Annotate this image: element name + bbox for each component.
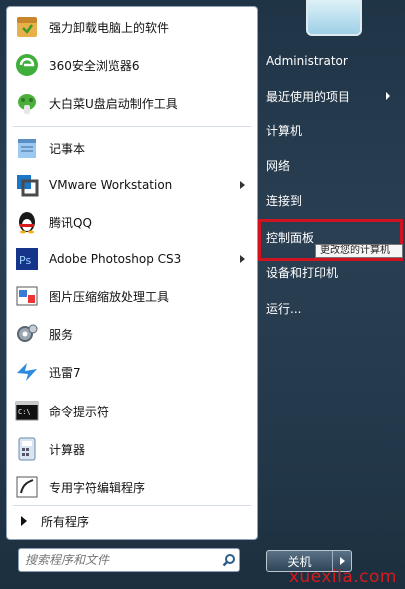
program-qq[interactable]: 腾讯QQ <box>7 204 257 240</box>
svg-text:Ps: Ps <box>19 254 31 267</box>
right-item-label: 设备和打印机 <box>266 265 339 280</box>
program-vmware[interactable]: VMware Workstation <box>7 167 257 203</box>
right-item-run[interactable]: 运行... <box>266 294 400 322</box>
triangle-right-icon <box>21 516 27 526</box>
watermark: xuexila.com <box>288 567 397 587</box>
search-input[interactable] <box>19 552 219 568</box>
user-picture-icon[interactable] <box>306 0 362 36</box>
program-photoshop[interactable]: Ps Adobe Photoshop CS3 <box>7 241 257 277</box>
right-item-connect-to[interactable]: 连接到 <box>266 186 400 214</box>
all-programs-label: 所有程序 <box>41 514 90 529</box>
calculator-icon <box>13 435 41 463</box>
program-xunlei[interactable]: 迅雷7 <box>7 354 257 390</box>
program-label: 大白菜U盘启动制作工具 <box>49 96 178 111</box>
program-cmd[interactable]: C:\ 命令提示符 <box>7 393 257 429</box>
vmware-icon <box>13 171 41 199</box>
separator <box>13 505 251 506</box>
program-image-tool[interactable]: 图片压缩缩放处理工具 <box>7 278 257 314</box>
program-360-browser[interactable]: 360安全浏览器6 <box>7 47 257 83</box>
program-label: 迅雷7 <box>49 365 81 380</box>
programs-pane: 强力卸载电脑上的软件 360安全浏览器6 大白菜U盘启动制作工具 记事本 VMw… <box>6 6 258 540</box>
right-item-label: 连接到 <box>266 193 303 208</box>
services-gear-icon <box>13 320 41 348</box>
program-dabaicai[interactable]: 大白菜U盘启动制作工具 <box>7 85 257 121</box>
program-notepad[interactable]: 记事本 <box>7 130 257 166</box>
program-calculator[interactable]: 计算器 <box>7 431 257 467</box>
uninstaller-icon <box>13 13 41 41</box>
right-item-label: 计算机 <box>266 123 303 138</box>
cmd-icon: C:\ <box>13 397 41 425</box>
dabaicai-icon <box>13 89 41 117</box>
image-tool-icon <box>13 282 41 310</box>
right-item-label: 运行... <box>266 301 302 316</box>
program-label: Adobe Photoshop CS3 <box>49 252 182 266</box>
program-char-editor[interactable]: 专用字符编辑程序 <box>7 469 257 505</box>
right-item-network[interactable]: 网络 <box>266 151 400 179</box>
xunlei-bird-icon <box>13 358 41 386</box>
photoshop-icon: Ps <box>13 245 41 273</box>
right-item-administrator[interactable]: Administrator <box>266 47 400 75</box>
program-services[interactable]: 服务 <box>7 316 257 352</box>
right-item-label: 最近使用的项目 <box>266 89 351 104</box>
program-label: 计算器 <box>49 442 86 457</box>
submenu-arrow-icon <box>386 92 390 100</box>
right-item-label: 网络 <box>266 158 291 173</box>
control-panel-tooltip: 更改您的计算机 <box>315 244 403 258</box>
program-label: VMware Workstation <box>49 178 173 192</box>
svg-text:C:\: C:\ <box>18 408 31 416</box>
right-item-computer[interactable]: 计算机 <box>266 116 400 144</box>
program-label: 360安全浏览器6 <box>49 58 140 73</box>
char-editor-icon <box>13 473 41 501</box>
submenu-arrow-icon <box>240 255 245 263</box>
program-label: 记事本 <box>49 141 86 156</box>
right-item-recent-items[interactable]: 最近使用的项目 <box>266 82 400 110</box>
360-browser-icon <box>13 51 41 79</box>
all-programs-button[interactable]: 所有程序 <box>7 507 257 535</box>
qq-penguin-icon <box>13 208 41 236</box>
chevron-right-icon <box>339 557 345 565</box>
notepad-icon <box>13 134 41 162</box>
program-label: 图片压缩缩放处理工具 <box>49 289 170 304</box>
program-label: 服务 <box>49 327 74 342</box>
program-uninstaller[interactable]: 强力卸载电脑上的软件 <box>7 9 257 45</box>
program-label: 命令提示符 <box>49 404 110 419</box>
program-label: 强力卸载电脑上的软件 <box>49 20 170 35</box>
program-label: 专用字符编辑程序 <box>49 480 146 495</box>
right-item-label: Administrator <box>266 54 348 68</box>
search-icon[interactable] <box>219 553 239 567</box>
submenu-arrow-icon <box>240 181 245 189</box>
search-box <box>18 548 240 572</box>
separator <box>13 126 251 127</box>
right-item-devices-printers[interactable]: 设备和打印机 <box>266 258 400 286</box>
program-label: 腾讯QQ <box>49 215 92 230</box>
